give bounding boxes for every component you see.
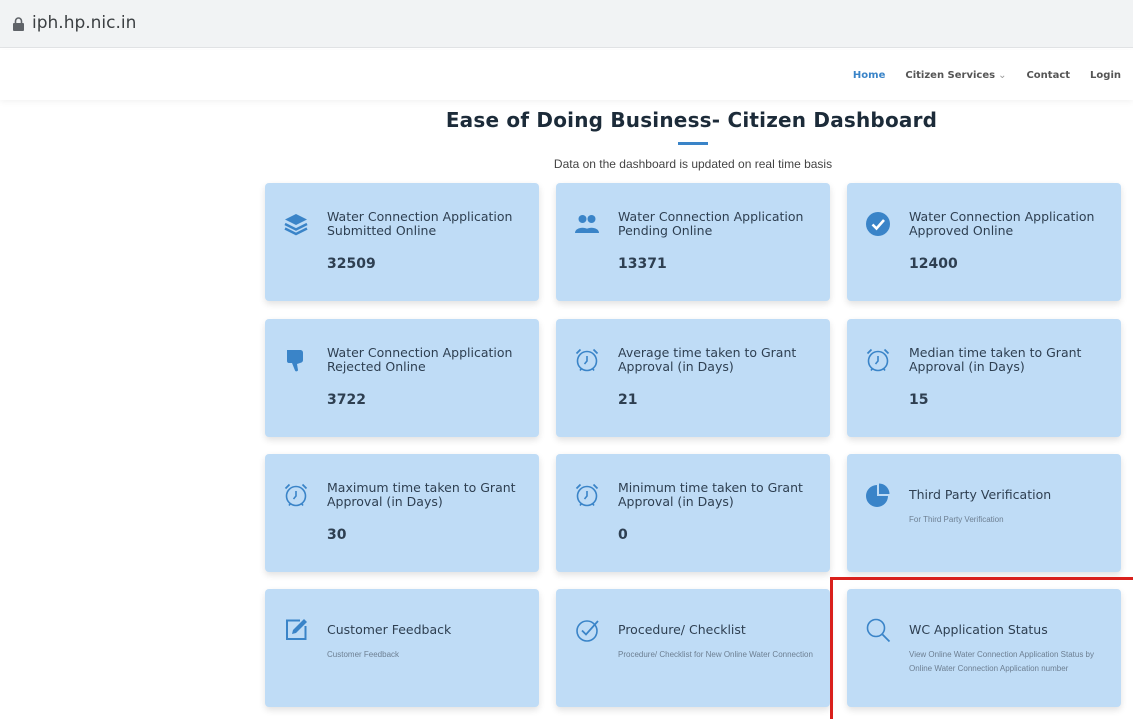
card-value: 13371 — [618, 256, 667, 272]
chevron-down-icon: ⌄ — [998, 70, 1007, 81]
card-value: 15 — [909, 392, 929, 408]
card-value: 30 — [327, 527, 347, 543]
card-submitted[interactable]: Water Connection Application Submitted O… — [265, 183, 539, 301]
card-maximum-time[interactable]: Maximum time taken to Grant Approval (in… — [265, 454, 539, 572]
card-value: 32509 — [327, 256, 376, 272]
card-title: Water Connection Application Rejected On… — [327, 345, 513, 374]
url-text: iph.hp.nic.in — [32, 13, 137, 33]
nav-home[interactable]: Home — [853, 70, 885, 81]
alarm-clock-icon — [574, 482, 600, 508]
card-value: 0 — [618, 527, 628, 543]
alarm-clock-icon — [283, 482, 309, 508]
card-value: 12400 — [909, 256, 958, 272]
nav-login[interactable]: Login — [1090, 70, 1121, 81]
card-procedure-checklist[interactable]: Procedure/ Checklist Procedure/ Checklis… — [556, 589, 830, 707]
card-average-time[interactable]: Average time taken to Grant Approval (in… — [556, 319, 830, 437]
card-customer-feedback[interactable]: Customer Feedback Customer Feedback — [265, 589, 539, 707]
card-title: Maximum time taken to Grant Approval (in… — [327, 480, 516, 509]
page-title: Ease of Doing Business- Citizen Dashboar… — [445, 108, 938, 132]
site-navbar: Home Citizen Services ⌄ Contact Login — [0, 50, 1133, 100]
card-value: 3722 — [327, 392, 366, 408]
thumbs-down-icon — [283, 347, 309, 373]
lock-icon — [13, 17, 24, 31]
title-divider — [678, 142, 708, 145]
card-rejected[interactable]: Water Connection Application Rejected On… — [265, 319, 539, 437]
card-median-time[interactable]: Median time taken to Grant Approval (in … — [847, 319, 1121, 437]
alarm-clock-icon — [574, 347, 600, 373]
card-title: Procedure/ Checklist — [618, 622, 746, 637]
layers-icon — [283, 211, 309, 237]
pie-chart-icon — [865, 482, 891, 508]
card-title: Water Connection Application Pending Onl… — [618, 209, 804, 238]
card-description: Customer Feedback — [327, 650, 400, 659]
card-title: Third Party Verification — [909, 487, 1052, 502]
card-value: 21 — [618, 392, 638, 408]
card-title: Median time taken to Grant Approval (in … — [909, 345, 1082, 374]
alarm-clock-icon — [865, 347, 891, 373]
nav-menu: Home Citizen Services ⌄ Contact Login — [853, 70, 1121, 81]
page-subtitle: Data on the dashboard is updated on real… — [553, 157, 833, 171]
users-icon — [574, 211, 600, 237]
nav-citizen-services-label: Citizen Services — [905, 70, 996, 81]
nav-citizen-services[interactable]: Citizen Services ⌄ — [905, 70, 1006, 81]
card-minimum-time[interactable]: Minimum time taken to Grant Approval (in… — [556, 454, 830, 572]
card-approved[interactable]: Water Connection Application Approved On… — [847, 183, 1121, 301]
card-title: Minimum time taken to Grant Approval (in… — [618, 480, 803, 509]
card-pending[interactable]: Water Connection Application Pending Onl… — [556, 183, 830, 301]
card-title: Customer Feedback — [327, 622, 452, 637]
card-title: Average time taken to Grant Approval (in… — [618, 345, 797, 374]
edit-icon — [283, 617, 309, 643]
card-title: Water Connection Application Approved On… — [909, 209, 1095, 238]
check-badge-icon — [574, 617, 600, 643]
highlight-annotation — [830, 577, 1133, 719]
card-title: Water Connection Application Submitted O… — [327, 209, 513, 238]
check-circle-icon — [865, 211, 891, 237]
card-description: For Third Party Verification — [909, 515, 1004, 524]
nav-contact[interactable]: Contact — [1026, 70, 1070, 81]
card-description: Procedure/ Checklist for New Online Wate… — [618, 650, 813, 659]
card-third-party-verification[interactable]: Third Party Verification For Third Party… — [847, 454, 1121, 572]
browser-address-bar[interactable]: iph.hp.nic.in — [0, 0, 1133, 48]
